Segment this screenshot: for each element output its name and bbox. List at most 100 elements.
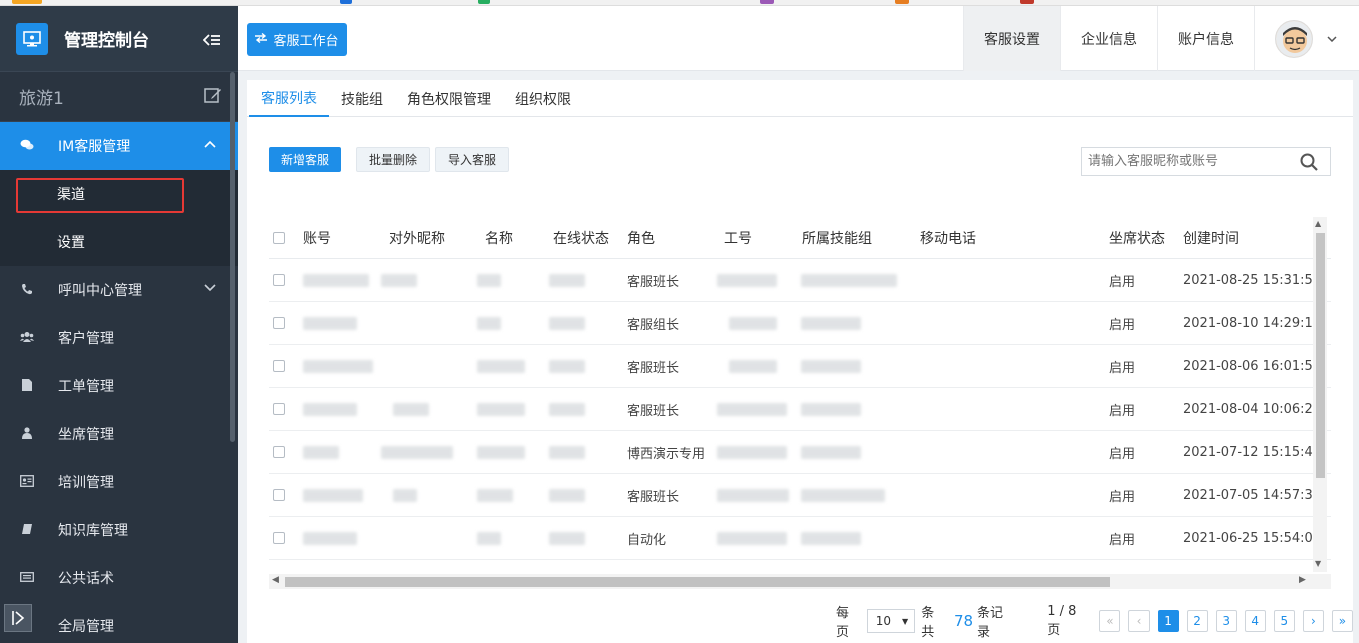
- search-input[interactable]: [1082, 148, 1292, 175]
- column-header[interactable]: 工号: [724, 228, 752, 248]
- redacted-cell: [717, 531, 787, 545]
- scroll-down-icon[interactable]: ▼: [1315, 559, 1321, 568]
- table-row[interactable]: 自动化 启用 2021-06-25 15:54:03: [269, 517, 1331, 560]
- column-header[interactable]: 名称: [485, 228, 513, 248]
- redacted-cell: [801, 531, 861, 545]
- sidebar-item-tickets[interactable]: 工单管理: [0, 362, 238, 410]
- tab-role-permissions[interactable]: 角色权限管理: [395, 80, 503, 117]
- redacted-cell: [549, 273, 585, 287]
- page-button[interactable]: 1: [1157, 610, 1179, 632]
- last-page-button[interactable]: »: [1331, 610, 1353, 632]
- batch-delete-button[interactable]: 批量删除: [356, 147, 431, 172]
- next-page-button[interactable]: ›: [1302, 610, 1324, 632]
- page-button[interactable]: 3: [1215, 610, 1237, 632]
- sidebar-subitem-settings[interactable]: 设置: [0, 218, 238, 266]
- sidebar-subitem-label: 设置: [57, 235, 85, 251]
- created-time-cell: 2021-08-10 14:29:15: [1183, 315, 1322, 331]
- row-checkbox[interactable]: [273, 360, 285, 372]
- column-header[interactable]: 移动电话: [920, 228, 976, 248]
- sidebar-item-label: 知识库管理: [58, 523, 128, 539]
- nav-service-settings[interactable]: 客服设置: [963, 6, 1060, 71]
- first-page-button[interactable]: «: [1099, 610, 1121, 632]
- column-header[interactable]: 坐席状态: [1109, 228, 1165, 248]
- collapse-sidebar-icon[interactable]: [202, 32, 221, 51]
- file-icon: [18, 378, 36, 394]
- column-header[interactable]: 角色: [627, 228, 655, 248]
- sidebar-item-im-service[interactable]: IM客服管理: [0, 122, 238, 170]
- table-row[interactable]: 博西演示专用 启用 2021-07-12 15:15:41: [269, 431, 1331, 474]
- sidebar: 管理控制台 旅游1 IM客服管理 渠道 设置 呼叫中心管理 客户管理 工单管理 …: [0, 6, 238, 643]
- created-time-cell: 2021-06-25 15:54:03: [1183, 530, 1322, 546]
- search-icon[interactable]: [1300, 153, 1318, 175]
- scroll-left-icon[interactable]: ◀: [272, 575, 279, 585]
- nav-account-info[interactable]: 账户信息: [1157, 6, 1254, 71]
- sidebar-item-customers[interactable]: 客户管理: [0, 314, 238, 362]
- workbench-button[interactable]: 客服工作台: [247, 23, 347, 56]
- redacted-cell: [801, 402, 861, 416]
- workbench-label: 客服工作台: [273, 34, 339, 49]
- table-row[interactable]: 客服班长 启用 2021-07-05 14:57:30: [269, 474, 1331, 517]
- tab-org-permissions[interactable]: 组织权限: [503, 80, 583, 117]
- row-checkbox[interactable]: [273, 532, 285, 544]
- table-horizontal-scrollbar[interactable]: ◀ ▶: [269, 574, 1331, 589]
- page-size-value: 10: [875, 614, 892, 628]
- id-card-icon: [18, 474, 36, 490]
- expand-panel-icon[interactable]: [4, 604, 32, 632]
- page-size-select[interactable]: 10 ▼: [866, 609, 916, 633]
- nav-company-info[interactable]: 企业信息: [1060, 6, 1157, 71]
- tab-bar: 客服列表 技能组 角色权限管理 组织权限: [247, 80, 1353, 117]
- scroll-thumb[interactable]: [1316, 233, 1325, 478]
- redacted-cell: [393, 402, 429, 416]
- sidebar-item-global[interactable]: 全局管理: [0, 602, 238, 643]
- prev-page-button[interactable]: ‹: [1128, 610, 1150, 632]
- row-checkbox[interactable]: [273, 446, 285, 458]
- column-header[interactable]: 创建时间: [1183, 228, 1239, 248]
- table-row[interactable]: 客服班长 启用 2021-08-25 15:31:53: [269, 259, 1331, 302]
- redacted-cell: [303, 445, 339, 459]
- redacted-cell: [801, 488, 885, 502]
- table-row[interactable]: 客服组长 启用 2021-08-10 14:29:15: [269, 302, 1331, 345]
- table-row[interactable]: 客服班长 启用 2021-08-06 16:01:57: [269, 345, 1331, 388]
- select-all-checkbox[interactable]: [273, 231, 285, 244]
- sidebar-item-knowledge-base[interactable]: 知识库管理: [0, 506, 238, 554]
- table-vertical-scrollbar[interactable]: ▲ ▼: [1313, 217, 1327, 572]
- table-row[interactable]: 客服班长 启用 2021-08-04 10:06:22: [269, 388, 1331, 431]
- scroll-up-icon[interactable]: ▲: [1315, 219, 1321, 228]
- page-button[interactable]: 2: [1186, 610, 1208, 632]
- column-header[interactable]: 对外昵称: [389, 228, 445, 248]
- column-header[interactable]: 账号: [303, 228, 331, 248]
- edit-icon[interactable]: [204, 86, 222, 109]
- column-header[interactable]: 所属技能组: [802, 228, 872, 248]
- avatar[interactable]: [1275, 19, 1313, 58]
- sidebar-item-agents[interactable]: 坐席管理: [0, 410, 238, 458]
- created-time-cell: 2021-08-25 15:31:53: [1183, 272, 1322, 288]
- import-agents-button[interactable]: 导入客服: [435, 147, 510, 172]
- tab-skill-groups[interactable]: 技能组: [329, 80, 395, 117]
- row-checkbox[interactable]: [273, 274, 285, 286]
- book-icon: [18, 523, 36, 538]
- scroll-thumb[interactable]: [285, 577, 1110, 587]
- tenant-name: 旅游1: [0, 72, 238, 122]
- search-box: [1081, 147, 1331, 176]
- add-agent-button[interactable]: 新增客服: [269, 147, 342, 172]
- scroll-right-icon[interactable]: ▶: [1299, 575, 1306, 585]
- agents-table: 账号 对外昵称 名称 在线状态 角色 工号 所属技能组 移动电话 坐席状态 创建…: [269, 217, 1331, 572]
- sidebar-item-common-phrases[interactable]: 公共话术: [0, 554, 238, 602]
- tenant-label: 旅游1: [19, 89, 64, 109]
- top-nav: 客服设置 企业信息 账户信息: [963, 6, 1254, 71]
- role-cell: 客服班长: [627, 274, 680, 290]
- redacted-cell: [393, 488, 417, 502]
- user-menu[interactable]: [1254, 6, 1359, 71]
- row-checkbox[interactable]: [273, 317, 285, 329]
- sidebar-item-call-center[interactable]: 呼叫中心管理: [0, 266, 238, 314]
- row-checkbox[interactable]: [273, 489, 285, 501]
- page-button[interactable]: 4: [1244, 610, 1266, 632]
- sidebar-scrollbar[interactable]: [230, 72, 235, 442]
- tab-service-list[interactable]: 客服列表: [249, 80, 329, 117]
- page-button[interactable]: 5: [1273, 610, 1295, 632]
- highlight-annotation-box: [16, 178, 184, 213]
- keyboard-icon: [18, 571, 36, 585]
- row-checkbox[interactable]: [273, 403, 285, 415]
- sidebar-item-training[interactable]: 培训管理: [0, 458, 238, 506]
- column-header[interactable]: 在线状态: [553, 228, 609, 248]
